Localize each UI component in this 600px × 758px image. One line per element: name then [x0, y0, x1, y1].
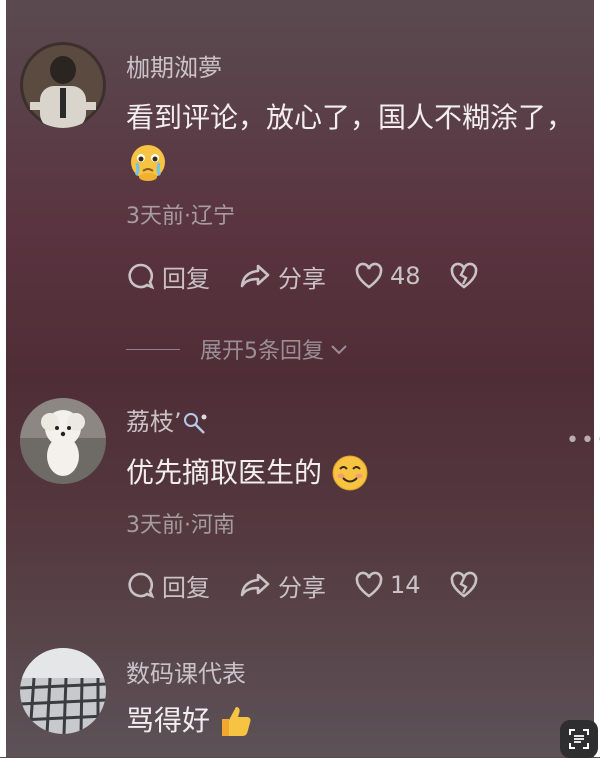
- reply-icon: [128, 263, 155, 290]
- like-button[interactable]: 14: [354, 571, 421, 599]
- comment-text-row: 骂得好: [126, 700, 254, 742]
- more-options-icon[interactable]: •••: [566, 428, 600, 453]
- comment-text: 优先摘取医生的: [126, 456, 323, 489]
- comment-text-row: 优先摘取医生的: [126, 452, 370, 494]
- avatar[interactable]: [20, 42, 106, 128]
- comment-meta: 3天前·辽宁: [126, 204, 235, 229]
- reply-button[interactable]: 回复: [126, 259, 210, 294]
- heart-icon: [355, 262, 383, 289]
- thumbs-up-emoji: [222, 707, 251, 736]
- share-label: 分享: [278, 264, 326, 293]
- scan-text-button[interactable]: [560, 720, 598, 758]
- username[interactable]: 数码课代表: [126, 654, 246, 689]
- smiling-emoji: [332, 455, 368, 491]
- divider: [126, 348, 180, 350]
- share-button[interactable]: 分享: [238, 568, 326, 603]
- comment-text: 骂得好: [126, 704, 211, 737]
- avatar[interactable]: [20, 398, 106, 484]
- comment-text: 看到评论，放心了，国人不糊涂了，: [126, 101, 575, 134]
- comment-actions: 回复 分享 14: [126, 567, 513, 603]
- reply-label: 回复: [162, 264, 210, 293]
- share-button[interactable]: 分享: [238, 259, 326, 294]
- dislike-button[interactable]: [449, 571, 485, 599]
- expand-replies-button[interactable]: 展开5条回复: [126, 333, 350, 365]
- share-icon: [240, 573, 270, 597]
- username[interactable]: 荔枝’: [126, 402, 208, 437]
- comment-actions: 回复 分享 48: [126, 258, 513, 294]
- share-label: 分享: [278, 573, 326, 602]
- reply-button[interactable]: 回复: [126, 568, 210, 603]
- expand-replies-label: 展开5条回复: [200, 339, 324, 364]
- reply-label: 回复: [162, 573, 210, 602]
- like-count: 48: [390, 262, 421, 290]
- share-icon: [240, 264, 270, 288]
- badminton-icon: [183, 413, 207, 434]
- crying-emoji: [128, 142, 168, 186]
- like-count: 14: [390, 571, 421, 599]
- broken-heart-icon: [450, 571, 477, 598]
- heart-icon: [355, 571, 383, 598]
- avatar[interactable]: [20, 648, 106, 734]
- like-button[interactable]: 48: [354, 262, 421, 290]
- chevron-down-icon: [331, 345, 347, 355]
- broken-heart-icon: [450, 262, 477, 289]
- username[interactable]: 枷期洳夢: [126, 48, 222, 83]
- reply-icon: [128, 572, 155, 599]
- comment-meta: 3天前·河南: [126, 513, 235, 538]
- dislike-button[interactable]: [449, 262, 485, 290]
- scan-icon: [569, 729, 589, 749]
- username-text: 荔枝’: [126, 408, 182, 436]
